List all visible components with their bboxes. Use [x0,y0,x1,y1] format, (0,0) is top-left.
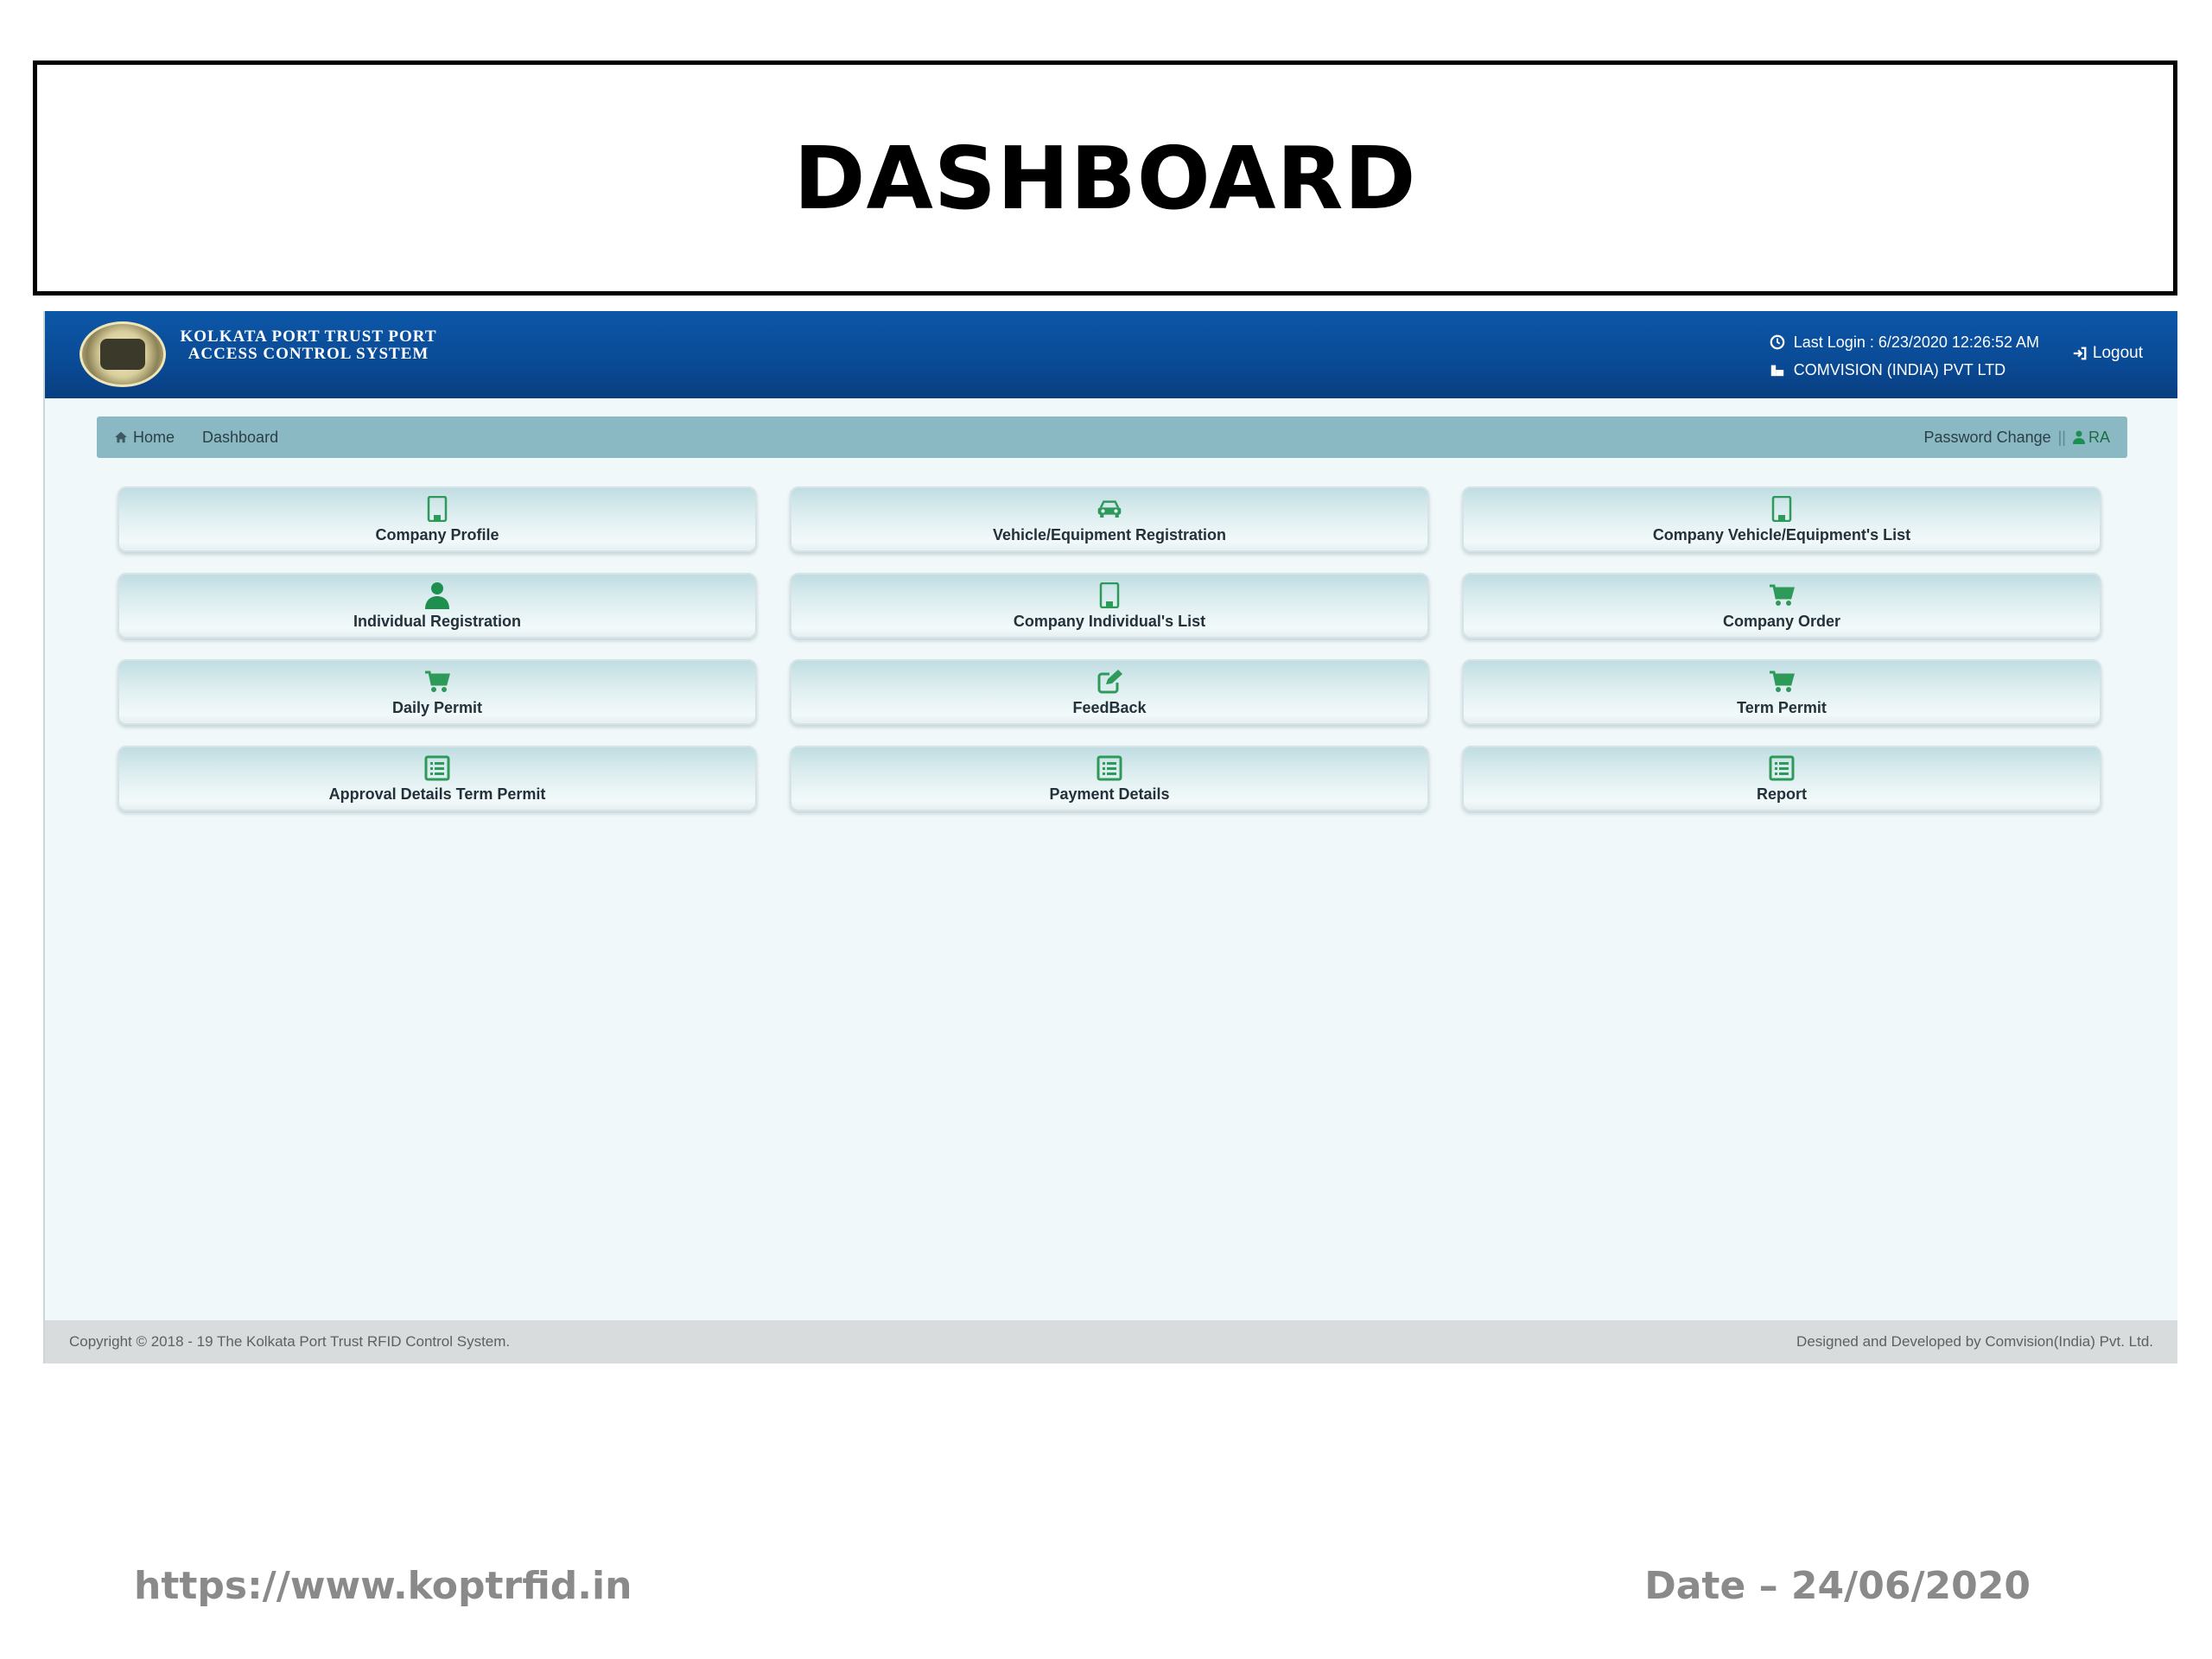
tile-label: FeedBack [1072,698,1147,716]
logo-text: KOLKATA PORT TRUST PORT ACCESS CONTROL S… [180,327,437,363]
tile-label: Company Individual's List [1013,612,1206,630]
tile-label: Payment Details [1049,785,1170,803]
breadcrumb-home-label: Home [133,428,175,446]
clock-icon [1770,334,1785,350]
user-icon [424,582,450,609]
tile-company-individuals-list[interactable]: Company Individual's List [790,573,1429,639]
tile-label: Daily Permit [391,698,483,716]
list-icon [1096,754,1122,782]
slide-title: DASHBOARD [793,127,1417,229]
home-icon [115,431,127,443]
app-window: KOLKATA PORT TRUST PORT ACCESS CONTROL S… [43,311,2177,1363]
logout-button[interactable]: Logout [2072,344,2143,363]
tile-report[interactable]: Report [1462,746,2101,811]
tile-label: Company Vehicle/Equipment's List [1652,525,1911,543]
page-footer: Copyright © 2018 - 19 The Kolkata Port T… [45,1320,2177,1363]
tile-daily-permit[interactable]: Daily Permit [118,659,757,725]
slide-date: Date – 24/06/2020 [1644,1564,2031,1608]
sign-in-icon [2073,346,2087,360]
tile-payment-details[interactable]: Payment Details [790,746,1429,811]
slide-url: https://www.koptrfid.in [134,1564,632,1608]
login-info: Last Login : 6/23/2020 12:26:52 AM COMVI… [1770,328,2039,384]
building-icon [1096,582,1122,609]
tile-label: Company Profile [375,525,499,543]
edit-icon [1096,668,1122,696]
developer-credit: Designed and Developed by Comvision(Indi… [1796,1333,2153,1350]
dashboard-tiles: Company Profile Vehicle/Equipment Regist… [118,486,2105,811]
tile-individual-registration[interactable]: Individual Registration [118,573,757,639]
building-icon [1770,365,1783,377]
tile-approval-details-term-permit[interactable]: Approval Details Term Permit [118,746,757,811]
tile-label: Vehicle/Equipment Registration [992,525,1227,543]
user-links-separator: || [2057,428,2066,446]
car-icon [1096,495,1122,523]
list-icon [424,754,450,782]
user-icon [2072,430,2085,444]
list-icon [1769,754,1795,782]
breadcrumb: Home Dashboard Password Change || RA [97,416,2127,458]
building-icon [1769,495,1795,523]
copyright-text: Copyright © 2018 - 19 The Kolkata Port T… [69,1333,511,1350]
cart-icon [1769,582,1795,609]
user-menu[interactable]: RA [2072,428,2110,447]
tile-term-permit[interactable]: Term Permit [1462,659,2101,725]
breadcrumb-current: Dashboard [202,428,279,446]
tile-label: Term Permit [1737,698,1827,716]
tile-label: Company Order [1722,612,1841,630]
cart-icon [424,668,450,696]
user-name: RA [2088,428,2110,446]
last-login-text: Last Login : 6/23/2020 12:26:52 AM [1793,334,2039,351]
cart-icon [1769,668,1795,696]
tile-company-order[interactable]: Company Order [1462,573,2101,639]
port-trust-logo[interactable] [79,321,166,387]
tile-company-vehicle-equipment-list[interactable]: Company Vehicle/Equipment's List [1462,486,2101,552]
tile-label: Approval Details Term Permit [328,785,546,803]
breadcrumb-home[interactable]: Home [114,429,175,447]
tile-feedback[interactable]: FeedBack [790,659,1429,725]
tile-label: Report [1757,785,1807,803]
password-change-link[interactable]: Password Change [1924,429,2051,447]
user-links: Password Change || RA [1924,429,2110,447]
tile-company-profile[interactable]: Company Profile [118,486,757,552]
company-name: COMVISION (INDIA) PVT LTD [1793,361,2006,378]
building-icon [424,495,450,523]
tile-vehicle-equipment-registration[interactable]: Vehicle/Equipment Registration [790,486,1429,552]
tile-label: Individual Registration [353,612,522,630]
top-header: KOLKATA PORT TRUST PORT ACCESS CONTROL S… [45,311,2177,398]
slide-title-box: DASHBOARD [33,60,2177,296]
logout-label: Logout [2092,344,2143,362]
